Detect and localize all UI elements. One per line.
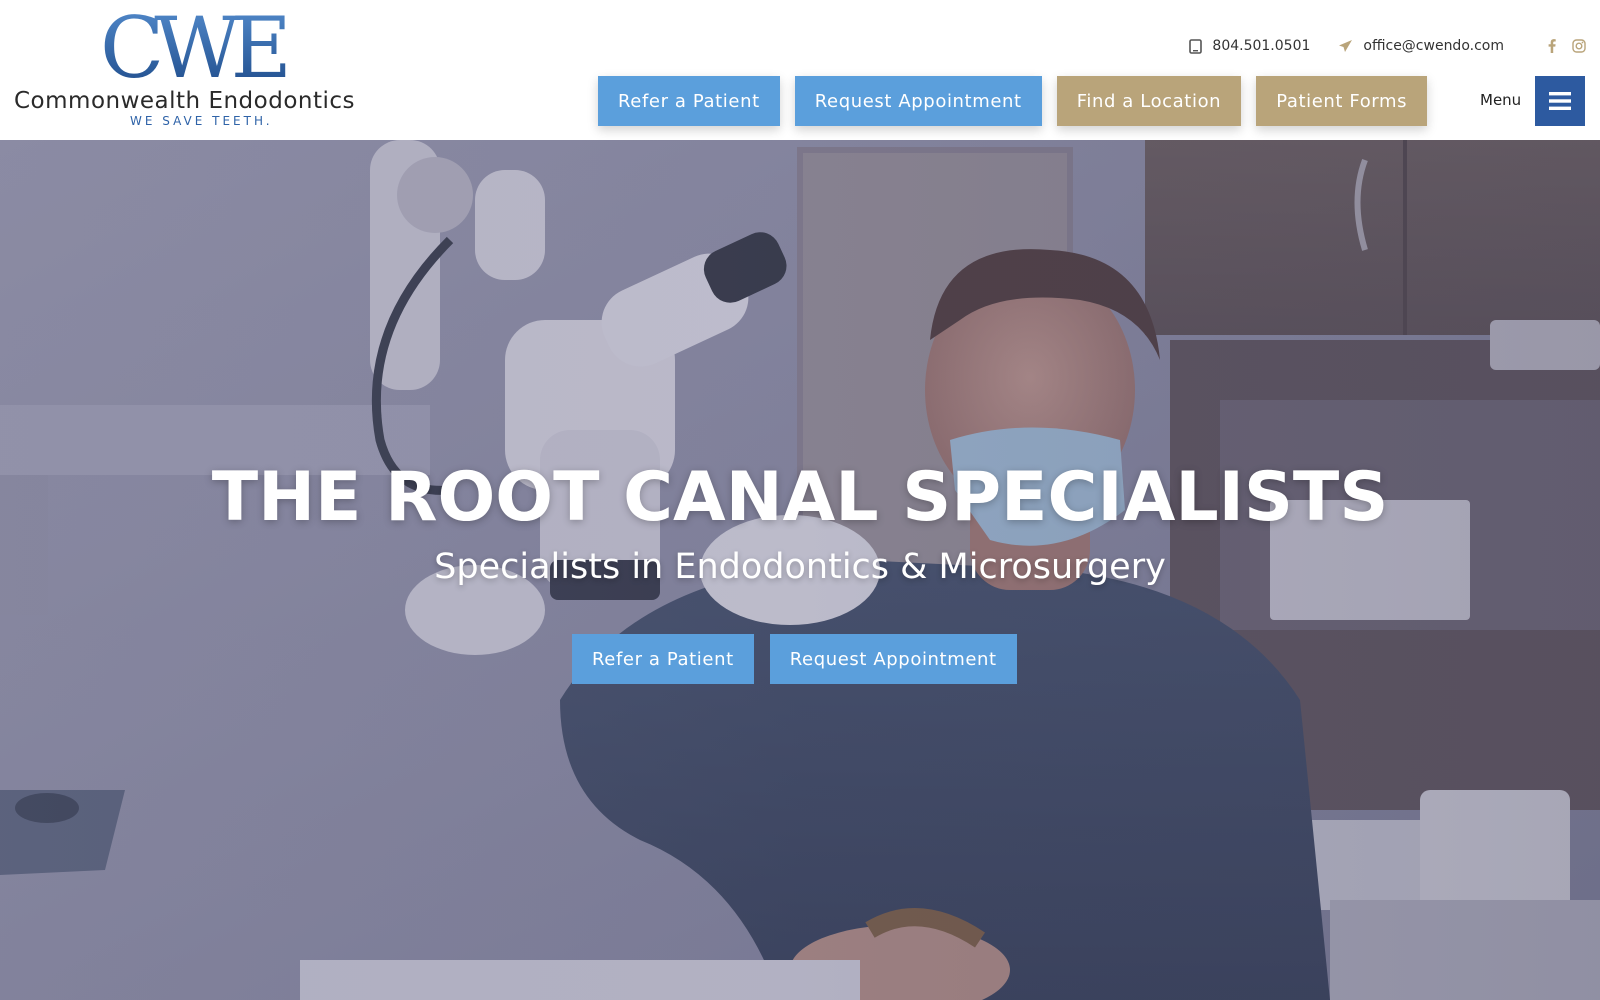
site-header: CWE Commonwealth Endodontics WE SAVE TEE… — [0, 0, 1600, 140]
paper-plane-icon — [1339, 40, 1353, 52]
logo-mark: CWE — [100, 6, 320, 90]
menu-toggle-button[interactable] — [1535, 76, 1585, 126]
phone-number: 804.501.0501 — [1212, 38, 1311, 54]
hero-request-appointment-button[interactable]: Request Appointment — [769, 634, 1017, 684]
email-address: office@cwendo.com — [1363, 38, 1504, 54]
phone-icon — [1189, 38, 1203, 54]
phone-link[interactable]: 804.501.0501 — [1189, 38, 1310, 54]
instagram-icon[interactable] — [1572, 39, 1586, 53]
social-links — [1532, 39, 1586, 53]
hero-cta-group: Refer a Patient Request Appointment — [572, 634, 1033, 684]
logo-name: Commonwealth Endodontics — [14, 88, 356, 114]
logo-tagline: WE SAVE TEETH. — [130, 114, 273, 128]
hero-section: THE ROOT CANAL SPECIALISTS Specialists i… — [0, 140, 1600, 1000]
email-link[interactable]: office@cwendo.com — [1338, 38, 1504, 54]
contact-bar: 804.501.0501 office@cwendo.com — [1189, 34, 1586, 58]
find-location-button[interactable]: Find a Location — [1056, 76, 1242, 126]
hero-refer-patient-button[interactable]: Refer a Patient — [572, 634, 754, 684]
menu-label[interactable]: Menu — [1480, 91, 1521, 109]
primary-nav: Refer a Patient Request Appointment Find… — [598, 76, 1442, 126]
hero-title: THE ROOT CANAL SPECIALISTS — [211, 458, 1389, 537]
hero-subtitle: Specialists in Endodontics & Microsurger… — [434, 547, 1166, 587]
request-appointment-button[interactable]: Request Appointment — [794, 76, 1042, 126]
patient-forms-button[interactable]: Patient Forms — [1256, 76, 1428, 126]
facebook-icon[interactable] — [1548, 39, 1556, 53]
hamburger-icon — [1549, 92, 1571, 110]
refer-patient-button[interactable]: Refer a Patient — [598, 76, 780, 126]
site-logo[interactable]: CWE Commonwealth Endodontics WE SAVE TEE… — [14, 6, 394, 130]
